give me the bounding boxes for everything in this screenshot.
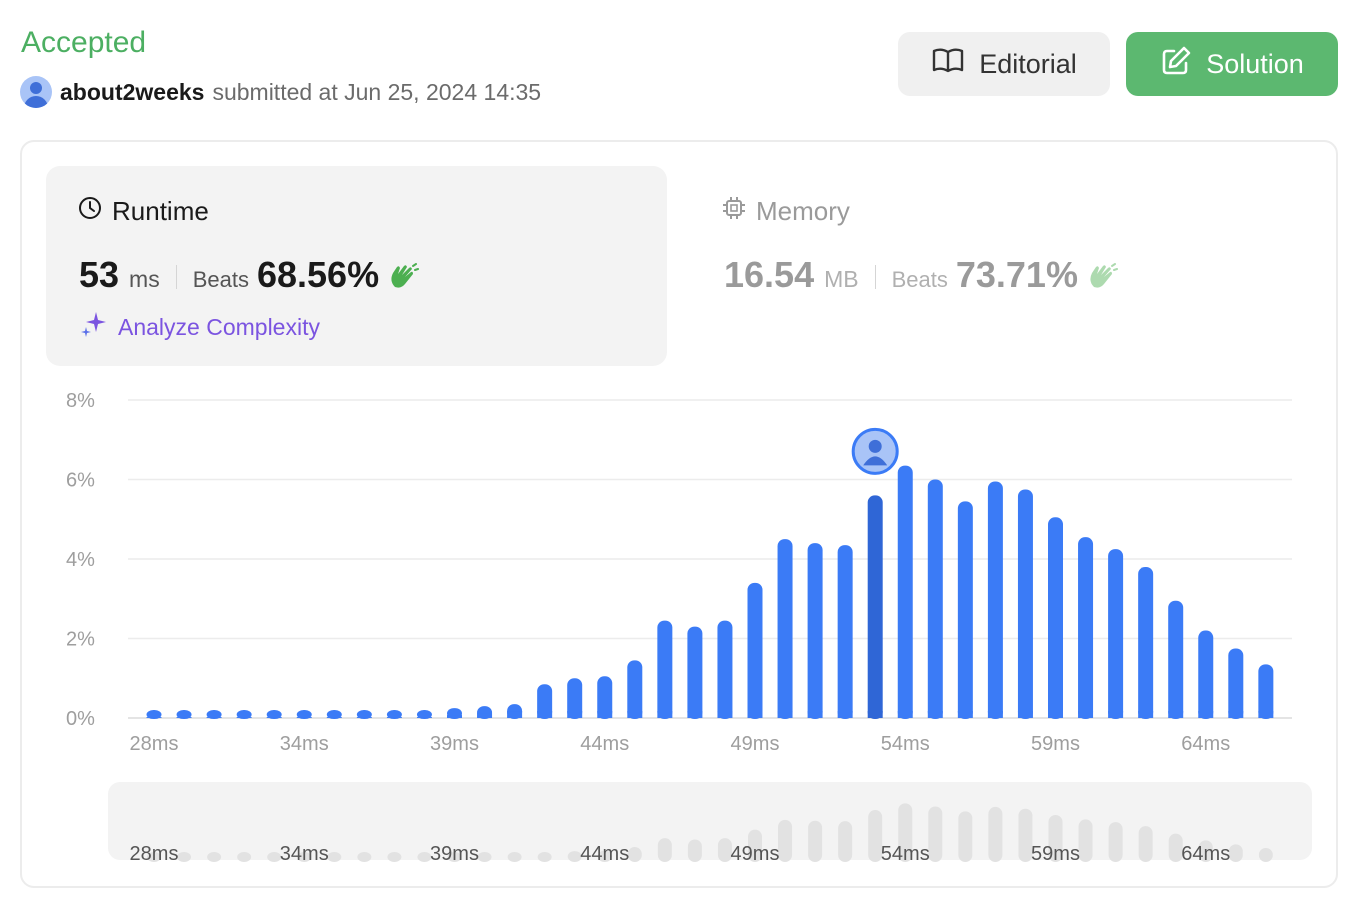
book-icon — [931, 46, 965, 83]
clap-icon — [1086, 263, 1118, 296]
editorial-label: Editorial — [979, 48, 1077, 79]
edit-icon — [1160, 45, 1192, 84]
clap-icon — [387, 263, 420, 296]
submitted-time: submitted at Jun 25, 2024 14:35 — [212, 78, 542, 105]
memory-value: 16.54 — [724, 254, 815, 295]
solution-button[interactable]: Solution — [1126, 32, 1338, 96]
runtime-beats-pct: 68.56% — [256, 254, 380, 295]
clock-icon — [78, 196, 102, 227]
runtime-title: Runtime — [78, 196, 209, 227]
username[interactable]: about2weeks — [60, 79, 204, 106]
submission-status: Accepted — [21, 26, 147, 59]
runtime-value: 53 — [79, 254, 120, 295]
sparkle-icon — [80, 310, 108, 344]
memory-unit: MB — [824, 266, 859, 292]
runtime-unit: ms — [129, 266, 160, 292]
editorial-button[interactable]: Editorial — [898, 32, 1110, 96]
memory-metric: 16.54 MB Beats 73.71% — [724, 254, 1118, 296]
memory-title[interactable]: Memory — [722, 196, 850, 227]
analyze-complexity-link[interactable]: Analyze Complexity — [80, 310, 320, 344]
runtime-beats-label: Beats — [192, 267, 249, 292]
divider — [175, 265, 177, 289]
memory-beats-pct: 73.71% — [955, 254, 1078, 295]
chip-icon — [722, 196, 746, 227]
runtime-metric: 53 ms Beats 68.56% — [79, 254, 420, 296]
analyze-label: Analyze Complexity — [118, 313, 320, 340]
runtime-label: Runtime — [112, 196, 209, 226]
submitter-info: about2weeks submitted at Jun 25, 2024 14… — [20, 76, 541, 108]
solution-label: Solution — [1206, 48, 1304, 79]
divider — [874, 265, 876, 289]
user-avatar[interactable] — [20, 76, 52, 108]
memory-label: Memory — [756, 196, 850, 226]
memory-beats-label: Beats — [891, 267, 948, 292]
